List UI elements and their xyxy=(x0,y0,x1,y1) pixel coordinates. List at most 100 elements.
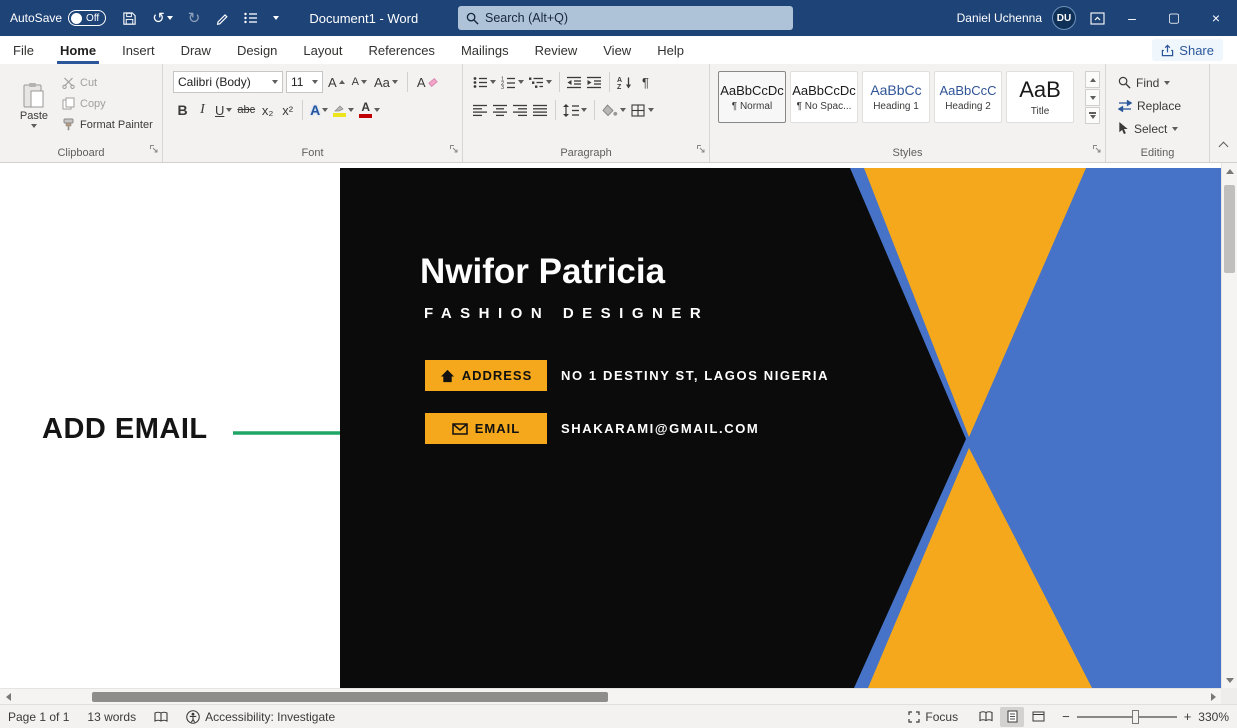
multilevel-list-button[interactable] xyxy=(527,71,554,93)
zoom-controls: − + 330% xyxy=(1062,709,1229,724)
subscript-button[interactable]: x₂ xyxy=(258,99,277,121)
tab-help[interactable]: Help xyxy=(644,36,697,64)
styles-scroll-down-button[interactable] xyxy=(1085,89,1100,106)
align-right-button[interactable] xyxy=(511,99,530,121)
borders-button[interactable] xyxy=(629,99,656,121)
customize-qat-button[interactable] xyxy=(273,16,279,20)
styles-more-button[interactable] xyxy=(1085,107,1100,124)
text-highlight-button[interactable] xyxy=(331,99,356,121)
italic-button[interactable]: I xyxy=(193,99,212,121)
styles-dialog-launcher[interactable] xyxy=(1092,141,1102,159)
scroll-down-button[interactable] xyxy=(1222,672,1237,688)
maximize-button[interactable]: ▢ xyxy=(1153,0,1195,36)
scroll-left-button[interactable] xyxy=(0,689,16,705)
sort-button[interactable]: AZ xyxy=(615,71,635,93)
justify-button[interactable] xyxy=(531,99,550,121)
paste-button[interactable]: Paste xyxy=(10,70,58,140)
font-size-combobox[interactable]: 11 xyxy=(286,71,323,93)
underline-button[interactable]: U xyxy=(213,99,234,121)
tab-view[interactable]: View xyxy=(590,36,644,64)
scroll-right-button[interactable] xyxy=(1205,689,1221,705)
document-canvas[interactable]: ADD EMAIL Nwifor Patricia FASHION DESIGN… xyxy=(0,163,1221,688)
share-button[interactable]: Share xyxy=(1152,39,1223,61)
tab-mailings[interactable]: Mailings xyxy=(448,36,522,64)
tab-insert[interactable]: Insert xyxy=(109,36,168,64)
redo-button[interactable]: ↻ xyxy=(188,11,201,26)
bullets-button[interactable] xyxy=(471,71,498,93)
tab-design[interactable]: Design xyxy=(224,36,290,64)
tab-layout[interactable]: Layout xyxy=(290,36,355,64)
zoom-level[interactable]: 330% xyxy=(1198,710,1229,724)
autosave-switch[interactable]: Off xyxy=(68,10,106,26)
zoom-slider-thumb[interactable] xyxy=(1132,710,1139,724)
horizontal-scrollbar-thumb[interactable] xyxy=(92,692,608,702)
find-button[interactable]: Find xyxy=(1118,72,1181,93)
style-heading-2[interactable]: AaBbCcC Heading 2 xyxy=(934,71,1002,123)
clear-formatting-button[interactable]: A xyxy=(415,71,439,93)
pen-button[interactable] xyxy=(215,11,229,25)
undo-button[interactable]: ↺ xyxy=(152,11,173,26)
grow-font-button[interactable]: A xyxy=(326,71,347,93)
format-painter-button[interactable]: Format Painter xyxy=(62,116,153,133)
select-button[interactable]: Select xyxy=(1118,118,1181,139)
zoom-in-button[interactable]: + xyxy=(1184,709,1192,724)
tab-draw[interactable]: Draw xyxy=(168,36,224,64)
clipboard-dialog-launcher[interactable] xyxy=(149,141,159,159)
replace-button[interactable]: Replace xyxy=(1118,95,1181,116)
strikethrough-button[interactable]: abc xyxy=(235,99,257,121)
shading-button[interactable] xyxy=(600,99,628,121)
decrease-indent-button[interactable] xyxy=(565,71,584,93)
collapse-ribbon-button[interactable] xyxy=(1220,137,1227,155)
font-dialog-launcher[interactable] xyxy=(449,141,459,159)
style-normal[interactable]: AaBbCcDc ¶ Normal xyxy=(718,71,786,123)
tab-file[interactable]: File xyxy=(0,36,47,64)
read-mode-button[interactable] xyxy=(974,707,998,727)
tab-review[interactable]: Review xyxy=(522,36,591,64)
page-indicator[interactable]: Page 1 of 1 xyxy=(8,710,69,724)
change-case-button[interactable]: Aa xyxy=(372,71,400,93)
minimize-button[interactable]: – xyxy=(1111,0,1153,36)
align-center-button[interactable] xyxy=(491,99,510,121)
align-left-button[interactable] xyxy=(471,99,490,121)
copy-button[interactable]: Copy xyxy=(62,95,153,112)
tab-home[interactable]: Home xyxy=(47,36,109,64)
superscript-button[interactable]: x² xyxy=(278,99,297,121)
business-card[interactable]: Nwifor Patricia FASHION DESIGNER ADDRESS… xyxy=(340,168,1221,688)
avatar[interactable]: DU xyxy=(1052,6,1076,30)
focus-button[interactable]: Focus xyxy=(908,710,958,724)
autosave-toggle[interactable]: AutoSave Off xyxy=(10,10,106,26)
bold-button[interactable]: B xyxy=(173,99,192,121)
text-effects-button[interactable]: A xyxy=(308,99,330,121)
zoom-out-button[interactable]: − xyxy=(1062,709,1070,724)
cut-button[interactable]: Cut xyxy=(62,74,153,91)
style-no-spacing[interactable]: AaBbCcDc ¶ No Spac... xyxy=(790,71,858,123)
numbering-button[interactable]: 123 xyxy=(499,71,526,93)
show-formatting-marks-button[interactable]: ¶ xyxy=(636,71,655,93)
print-layout-button[interactable] xyxy=(1000,707,1024,727)
list-button[interactable] xyxy=(244,12,258,24)
word-count[interactable]: 13 words xyxy=(87,710,136,724)
style-title[interactable]: AaB Title xyxy=(1006,71,1074,123)
paragraph-dialog-launcher[interactable] xyxy=(696,141,706,159)
proofing-button[interactable] xyxy=(154,711,168,723)
zoom-slider[interactable] xyxy=(1077,710,1177,724)
shrink-font-button[interactable]: A xyxy=(350,71,369,93)
accessibility-button[interactable]: Accessibility: Investigate xyxy=(186,710,335,724)
style-heading-1[interactable]: AaBbCc Heading 1 xyxy=(862,71,930,123)
close-button[interactable]: × xyxy=(1195,0,1237,36)
font-name-combobox[interactable]: Calibri (Body) xyxy=(173,71,283,93)
scroll-up-button[interactable] xyxy=(1222,163,1237,179)
tab-references[interactable]: References xyxy=(355,36,447,64)
search-box[interactable] xyxy=(458,6,793,30)
web-layout-button[interactable] xyxy=(1026,707,1050,727)
line-spacing-button[interactable] xyxy=(561,99,589,121)
horizontal-scrollbar[interactable] xyxy=(0,688,1221,704)
vertical-scrollbar-thumb[interactable] xyxy=(1224,185,1235,273)
styles-scroll-up-button[interactable] xyxy=(1085,71,1100,88)
vertical-scrollbar[interactable] xyxy=(1221,163,1237,688)
increase-indent-button[interactable] xyxy=(585,71,604,93)
save-button[interactable] xyxy=(122,11,137,26)
ribbon-display-options-button[interactable] xyxy=(1090,12,1105,25)
search-input[interactable] xyxy=(485,11,785,25)
font-color-button[interactable]: A xyxy=(357,99,382,121)
